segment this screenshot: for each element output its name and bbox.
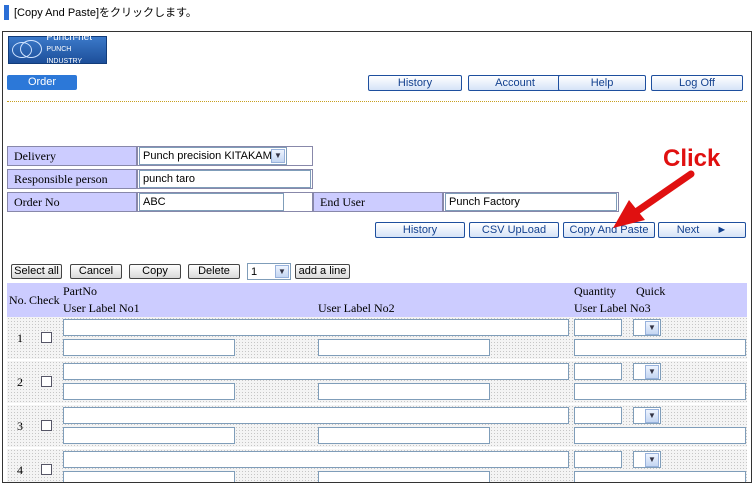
row-number: 2 [17, 375, 23, 389]
label3-input[interactable] [574, 383, 746, 400]
quantity-input[interactable] [574, 363, 622, 380]
line-count-select[interactable]: 1 ▼ [247, 263, 291, 280]
quick-select[interactable]: ▼ [633, 407, 661, 424]
copy-button[interactable]: Copy [129, 264, 181, 279]
label2-input[interactable] [318, 471, 490, 482]
delivery-select[interactable]: Punch precision KITAKAMI ▼ [139, 147, 287, 165]
enduser-input[interactable]: Punch Factory [445, 193, 617, 211]
chevron-down-icon: ▼ [645, 409, 659, 423]
row-number: 3 [17, 419, 23, 433]
history-button[interactable]: History [375, 222, 465, 238]
help-nav-button[interactable]: Help [558, 75, 646, 91]
col-label2: User Label No2 [318, 301, 395, 315]
row-checkbox[interactable] [41, 332, 52, 343]
chevron-down-icon: ▼ [645, 365, 659, 379]
row-number: 1 [17, 331, 23, 345]
caption-marker [4, 4, 9, 20]
responsible-label: Responsible person [7, 169, 137, 189]
orderno-input[interactable]: ABC [139, 193, 284, 211]
chevron-down-icon: ▼ [271, 149, 285, 163]
label2-input[interactable] [318, 339, 490, 356]
chevron-down-icon: ▼ [645, 453, 659, 467]
instruction-caption: [Copy And Paste]をクリックします。 [4, 4, 197, 20]
partno-input[interactable] [63, 319, 569, 336]
row-checkbox[interactable] [41, 420, 52, 431]
quick-select[interactable]: ▼ [633, 319, 661, 336]
account-nav-button[interactable]: Account [468, 75, 562, 91]
col-quick: Quick [636, 284, 666, 298]
responsible-input[interactable]: punch taro [139, 170, 311, 188]
chevron-down-icon: ▼ [275, 265, 289, 278]
caption-text: [Copy And Paste]をクリックします。 [14, 7, 197, 19]
label1-input[interactable] [63, 383, 235, 400]
order-tab[interactable]: Order [7, 75, 77, 90]
partno-input[interactable] [63, 407, 569, 424]
cancel-button[interactable]: Cancel [70, 264, 122, 279]
enduser-label: End User [313, 192, 443, 212]
table-row: 4 ▼ [7, 449, 747, 482]
delivery-label: Delivery [7, 146, 137, 166]
arrow-right-icon: ► [716, 224, 728, 236]
chevron-down-icon: ▼ [645, 321, 659, 335]
quick-select[interactable]: ▼ [633, 451, 661, 468]
csv-upload-button[interactable]: CSV UpLoad [469, 222, 559, 238]
row-number: 4 [17, 463, 23, 477]
logo-line1: Punch-net [46, 32, 93, 43]
label1-input[interactable] [63, 427, 235, 444]
col-check: Check [29, 293, 60, 307]
delete-button[interactable]: Delete [188, 264, 240, 279]
table-row: 2 ▼ [7, 361, 747, 404]
label3-input[interactable] [574, 471, 746, 482]
label2-input[interactable] [318, 427, 490, 444]
line-count-value: 1 [251, 266, 258, 278]
col-partno: PartNo [63, 284, 97, 298]
logo-emblem-icon [12, 39, 44, 61]
col-label1: User Label No1 [63, 301, 140, 315]
add-line-button[interactable]: add a line [295, 264, 350, 279]
quantity-input[interactable] [574, 407, 622, 424]
col-quantity: Quantity [574, 284, 616, 298]
quick-select[interactable]: ▼ [633, 363, 661, 380]
partno-input[interactable] [63, 451, 569, 468]
header-divider [7, 101, 747, 102]
history-nav-button[interactable]: History [368, 75, 462, 91]
orderno-label: Order No [7, 192, 137, 212]
quantity-input[interactable] [574, 451, 622, 468]
partno-input[interactable] [63, 363, 569, 380]
col-label3: User Label No3 [574, 301, 651, 315]
label1-input[interactable] [63, 339, 235, 356]
label3-input[interactable] [574, 427, 746, 444]
row-checkbox[interactable] [41, 464, 52, 475]
quantity-input[interactable] [574, 319, 622, 336]
row-checkbox[interactable] [41, 376, 52, 387]
label1-input[interactable] [63, 471, 235, 482]
col-no: No. [9, 293, 27, 307]
click-annotation: Click [663, 145, 721, 172]
table-row: 3 ▼ [7, 405, 747, 448]
punch-net-logo: Punch-net PUNCH INDUSTRY [8, 32, 107, 65]
logoff-nav-button[interactable]: Log Off [651, 75, 743, 91]
select-all-button[interactable]: Select all [11, 264, 62, 279]
table-row: 1 ▼ [7, 317, 747, 360]
red-arrow-icon [613, 170, 695, 228]
label2-input[interactable] [318, 383, 490, 400]
app-window: Punch-net PUNCH INDUSTRY Order History A… [2, 31, 752, 483]
label3-input[interactable] [574, 339, 746, 356]
delivery-value: Punch precision KITAKAMI [143, 150, 275, 162]
logo-line2: PUNCH INDUSTRY [46, 46, 83, 65]
